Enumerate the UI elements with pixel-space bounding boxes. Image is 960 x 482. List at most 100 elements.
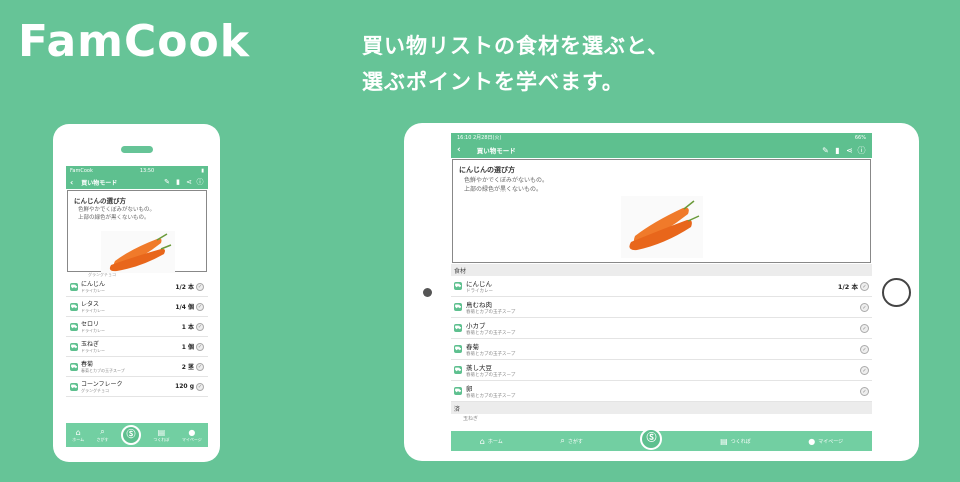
- shopping-list: ⛟ にんじん ドライカレー 1/2 本 ✓ ⛟ レタス ドライカレー 1/4 個 ✓…: [66, 277, 208, 397]
- cart-icon: ⛟: [70, 362, 78, 371]
- famcook-center-button[interactable]: Ⓢ: [640, 428, 663, 450]
- edit-icon[interactable]: ✎: [163, 178, 171, 186]
- tip-title: にんじんの選び方: [74, 197, 126, 205]
- carrier-label: FamCook: [70, 167, 93, 174]
- tab-search[interactable]: ⌕ さがす: [560, 436, 583, 446]
- search-icon: ⌕: [560, 436, 565, 445]
- item-qty: 1/2 本: [175, 284, 194, 291]
- tablet-home-button: [882, 278, 911, 307]
- share-icon[interactable]: ⋖: [185, 178, 193, 186]
- item-name: コーンフレーク: [81, 381, 123, 388]
- list-item[interactable]: ⛟ にんじん ドライカレー 1/2 本 ✓: [66, 277, 208, 297]
- item-qty: 2 茎: [181, 364, 194, 371]
- selection-tip-panel: にんじんの選び方 色鮮やかでくぼみがないもの。 上部の緑色が黒くないもの。: [452, 159, 871, 263]
- list-item[interactable]: ⛟ セロリ ドライカレー 1 本 ✓: [66, 317, 208, 337]
- check-icon[interactable]: ✓: [860, 281, 869, 291]
- tab-label: つくれぽ: [153, 436, 170, 442]
- status-time: 16:10 2月28日(火): [457, 135, 502, 141]
- tab-tsukurepo[interactable]: ▤ つくれぽ: [153, 428, 169, 443]
- item-recipe: 春菊とカブの玉子スープ: [466, 310, 516, 315]
- trash-icon[interactable]: ▮: [174, 178, 182, 186]
- item-name: セロリ: [81, 321, 100, 328]
- phone-screen: FamCook 13:50 ▮ ‹ 買い物モード ✎ ▮ ⋖ ⓘ にんじんの選び…: [66, 166, 208, 447]
- item-name: 玉ねぎ: [81, 341, 100, 348]
- tip-title: にんじんの選び方: [459, 166, 515, 174]
- trash-icon[interactable]: ▮: [833, 146, 842, 155]
- check-icon[interactable]: ✓: [860, 386, 869, 396]
- list-item[interactable]: ⛟ コーンフレーク グラングチョコ 120 g ✓: [66, 377, 208, 397]
- item-recipe: 春菊とカブの玉子スープ: [81, 368, 125, 373]
- status-bar: 16:10 2月28日(火) 66%: [451, 133, 872, 142]
- check-icon[interactable]: ✓: [196, 282, 204, 291]
- tablet-mockup: 16:10 2月28日(火) 66% ‹ 買い物モード ✎ ▮ ⋖ ⓘ にんじん…: [404, 123, 919, 461]
- tab-home[interactable]: ⌂ ホーム: [72, 428, 84, 443]
- check-icon[interactable]: ✓: [196, 342, 204, 351]
- phone-mockup: FamCook 13:50 ▮ ‹ 買い物モード ✎ ▮ ⋖ ⓘ にんじんの選び…: [53, 124, 220, 462]
- page-title: 買い物モード: [476, 147, 516, 155]
- share-icon[interactable]: ⋖: [845, 146, 854, 155]
- item-name: 卵: [466, 385, 473, 393]
- item-name: 春菊: [81, 361, 94, 368]
- list-item[interactable]: ⛟ にんじん ドライカレー 1/2 本 ✓: [451, 276, 872, 297]
- headline-line-2: 選ぶポイントを学べます。: [362, 70, 624, 94]
- list-item[interactable]: ⛟ 春菊 春菊とカブの玉子スープ ✓: [451, 339, 872, 360]
- tab-label: マイページ: [818, 438, 844, 445]
- tablet-screen: 16:10 2月28日(火) 66% ‹ 買い物モード ✎ ▮ ⋖ ⓘ にんじん…: [451, 133, 872, 451]
- item-qty: 1/4 個: [175, 304, 194, 311]
- item-name: にんじん: [81, 281, 106, 288]
- check-icon[interactable]: ✓: [196, 302, 204, 311]
- help-icon[interactable]: ⓘ: [857, 145, 866, 156]
- item-recipe: 春菊とカブの玉子スープ: [466, 394, 516, 399]
- notebook-icon: ▤: [720, 436, 728, 446]
- list-item[interactable]: ⛟ 卵春菊とカブの玉子スープ ✓: [451, 381, 872, 402]
- tab-mypage[interactable]: ● マイページ: [808, 437, 843, 446]
- check-icon[interactable]: ✓: [860, 323, 869, 333]
- back-icon[interactable]: ‹: [457, 145, 461, 155]
- tip-line: 色鮮やかでくぼみがないもの。: [464, 177, 549, 184]
- check-icon[interactable]: ✓: [196, 362, 204, 371]
- app-bar: ‹ 買い物モード ✎ ▮ ⋖ ⓘ: [66, 175, 208, 189]
- back-icon[interactable]: ‹: [70, 178, 73, 187]
- check-icon[interactable]: ✓: [860, 344, 869, 354]
- cart-icon: ⛟: [70, 282, 78, 291]
- list-item[interactable]: ⛟ 蒸し大豆 春菊とカブの玉子スープ ✓: [451, 360, 872, 381]
- tab-mypage[interactable]: ● マイページ: [182, 428, 202, 443]
- item-qty: 120 g: [175, 383, 194, 390]
- famcook-center-button[interactable]: Ⓢ: [120, 425, 141, 445]
- section-header-done: 済: [451, 402, 872, 414]
- check-icon[interactable]: ✓: [196, 322, 204, 331]
- item-name: レタス: [81, 301, 100, 308]
- tab-home[interactable]: ⌂ ホーム: [480, 437, 503, 446]
- cart-icon: ⛟: [454, 324, 462, 332]
- check-icon[interactable]: ✓: [860, 365, 869, 375]
- battery-label: 66%: [854, 134, 866, 141]
- edit-icon[interactable]: ✎: [821, 146, 830, 155]
- item-qty: 1/2 本: [837, 283, 858, 291]
- carrot-image: [621, 196, 703, 258]
- cart-icon: ⛟: [70, 342, 78, 351]
- item-recipe: 春菊とカブの玉子スープ: [466, 331, 516, 336]
- cart-icon: ⛟: [454, 366, 462, 374]
- list-item[interactable]: ⛟ レタス ドライカレー 1/4 個 ✓: [66, 297, 208, 317]
- item-recipe: ドライカレー: [81, 288, 105, 293]
- tab-label: ホーム: [487, 438, 503, 445]
- list-item[interactable]: ⛟ 春菊 春菊とカブの玉子スープ 2 茎 ✓: [66, 357, 208, 377]
- list-item[interactable]: ⛟ 玉ねぎ ドライカレー 1 個 ✓: [66, 337, 208, 357]
- cart-icon: ⛟: [70, 382, 78, 391]
- item-recipe: ドライカレー: [81, 348, 105, 353]
- tip-line: 色鮮やかでくぼみがないもの。: [78, 207, 156, 213]
- item-qty: 1 個: [181, 344, 194, 351]
- check-icon[interactable]: ✓: [196, 382, 204, 391]
- tablet-camera: [423, 288, 432, 297]
- check-icon[interactable]: ✓: [860, 302, 869, 312]
- list-item[interactable]: ⛟ 小カブ 春菊とカブの玉子スープ ✓: [451, 318, 872, 339]
- tab-label: さがす: [567, 438, 583, 445]
- item-name: 蒸し大豆: [466, 364, 492, 372]
- list-item[interactable]: ⛟ 鳥むね肉 春菊とカブの玉子スープ ✓: [451, 297, 872, 318]
- help-icon[interactable]: ⓘ: [196, 177, 204, 187]
- tab-search[interactable]: ⌕ さがす: [97, 427, 109, 443]
- cart-icon: ⛟: [454, 303, 462, 311]
- tab-tsukurepo[interactable]: ▤ つくれぽ: [720, 437, 751, 446]
- cart-icon: ⛟: [454, 282, 462, 290]
- cart-icon: ⛟: [454, 345, 462, 353]
